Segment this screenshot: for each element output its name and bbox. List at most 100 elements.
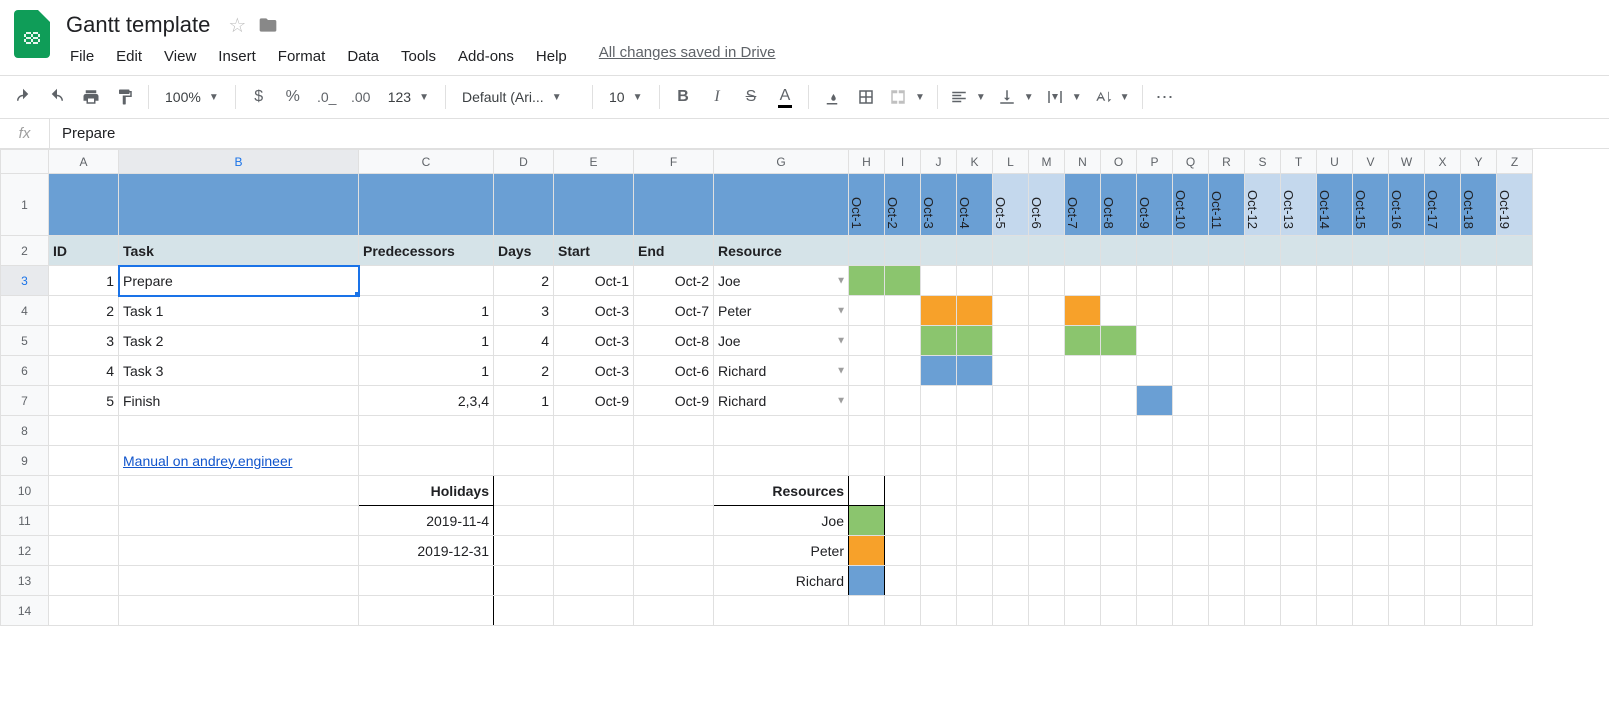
task-predecessors[interactable]: 2,3,4 [359, 386, 494, 416]
gantt-cell[interactable] [1353, 356, 1389, 386]
gantt-cell[interactable] [885, 296, 921, 326]
column-header[interactable]: R [1209, 150, 1245, 174]
gantt-cell[interactable] [1065, 296, 1101, 326]
dropdown-arrow-icon[interactable]: ▼ [836, 335, 846, 346]
italic-button[interactable]: I [702, 82, 732, 112]
horizontal-align-button[interactable]: ▼ [946, 84, 990, 110]
cell[interactable] [1461, 236, 1497, 266]
cell[interactable] [1245, 416, 1281, 446]
cell[interactable] [1209, 416, 1245, 446]
cell[interactable] [885, 446, 921, 476]
cell[interactable] [921, 236, 957, 266]
cell[interactable] [1425, 236, 1461, 266]
gantt-cell[interactable] [849, 356, 885, 386]
gantt-cell[interactable] [1245, 326, 1281, 356]
gantt-cell[interactable] [1425, 386, 1461, 416]
paint-format-button[interactable] [110, 82, 140, 112]
cell[interactable] [494, 416, 554, 446]
cell[interactable] [119, 174, 359, 236]
column-header[interactable]: K [957, 150, 993, 174]
menu-insert[interactable]: Insert [208, 44, 266, 69]
cell[interactable] [1389, 236, 1425, 266]
gantt-cell[interactable] [1173, 326, 1209, 356]
gantt-cell[interactable] [957, 386, 993, 416]
folder-icon[interactable] [258, 15, 278, 35]
task-predecessors[interactable]: 1 [359, 326, 494, 356]
cell[interactable] [957, 236, 993, 266]
header-resource[interactable]: Resource [714, 236, 849, 266]
row-header[interactable]: 6 [1, 356, 49, 386]
menu-file[interactable]: File [60, 44, 104, 69]
task-resource[interactable]: Joe▼ [714, 266, 849, 296]
task-start[interactable]: Oct-9 [554, 386, 634, 416]
cell[interactable] [849, 446, 885, 476]
holiday-date[interactable] [359, 566, 494, 596]
column-header[interactable]: P [1137, 150, 1173, 174]
gantt-cell[interactable] [1029, 326, 1065, 356]
gantt-cell[interactable] [1101, 266, 1137, 296]
column-header[interactable]: F [634, 150, 714, 174]
gantt-cell[interactable] [1317, 266, 1353, 296]
cell[interactable] [1173, 416, 1209, 446]
row-header[interactable]: 4 [1, 296, 49, 326]
cell[interactable] [1461, 446, 1497, 476]
date-header-cell[interactable]: Oct-9 [1137, 174, 1173, 236]
gantt-cell[interactable] [921, 266, 957, 296]
column-header[interactable]: O [1101, 150, 1137, 174]
cell[interactable] [1065, 236, 1101, 266]
gantt-cell[interactable] [1425, 296, 1461, 326]
header-task[interactable]: Task [119, 236, 359, 266]
task-end[interactable]: Oct-2 [634, 266, 714, 296]
gantt-cell[interactable] [1173, 266, 1209, 296]
menu-format[interactable]: Format [268, 44, 336, 69]
task-name[interactable]: Prepare [119, 266, 359, 296]
gantt-cell[interactable] [849, 326, 885, 356]
column-header[interactable]: N [1065, 150, 1101, 174]
row-header[interactable]: 2 [1, 236, 49, 266]
cell[interactable] [993, 446, 1029, 476]
row-header[interactable]: 1 [1, 174, 49, 236]
cell[interactable] [119, 416, 359, 446]
gantt-cell[interactable] [1029, 356, 1065, 386]
gantt-cell[interactable] [921, 386, 957, 416]
cell[interactable] [1245, 236, 1281, 266]
menu-view[interactable]: View [154, 44, 206, 69]
gantt-cell[interactable] [1281, 326, 1317, 356]
gantt-cell[interactable] [993, 356, 1029, 386]
gantt-cell[interactable] [993, 386, 1029, 416]
holiday-date[interactable]: 2019-12-31 [359, 536, 494, 566]
column-header[interactable]: Z [1497, 150, 1533, 174]
vertical-align-button[interactable]: ▼ [994, 84, 1038, 110]
gantt-cell[interactable] [993, 326, 1029, 356]
row-header[interactable]: 3 [1, 266, 49, 296]
cell[interactable] [1173, 236, 1209, 266]
zoom-dropdown[interactable]: 100%▼ [157, 85, 227, 109]
cell[interactable] [1425, 446, 1461, 476]
cell[interactable] [1209, 446, 1245, 476]
gantt-cell[interactable] [849, 386, 885, 416]
header-end[interactable]: End [634, 236, 714, 266]
task-end[interactable]: Oct-8 [634, 326, 714, 356]
cell[interactable] [1281, 416, 1317, 446]
header-id[interactable]: ID [49, 236, 119, 266]
decrease-decimal-button[interactable]: .0_ [312, 82, 342, 112]
gantt-cell[interactable] [1245, 356, 1281, 386]
cell[interactable] [885, 236, 921, 266]
gantt-cell[interactable] [885, 326, 921, 356]
gantt-cell[interactable] [1353, 266, 1389, 296]
date-header-cell[interactable]: Oct-6 [1029, 174, 1065, 236]
column-header[interactable]: Q [1173, 150, 1209, 174]
task-resource[interactable]: Joe▼ [714, 326, 849, 356]
sheets-logo[interactable] [12, 8, 52, 60]
date-header-cell[interactable]: Oct-5 [993, 174, 1029, 236]
gantt-cell[interactable] [1497, 386, 1533, 416]
cell[interactable] [1497, 446, 1533, 476]
task-end[interactable]: Oct-9 [634, 386, 714, 416]
cell[interactable] [359, 174, 494, 236]
task-id[interactable]: 2 [49, 296, 119, 326]
date-header-cell[interactable]: Oct-17 [1425, 174, 1461, 236]
task-days[interactable]: 3 [494, 296, 554, 326]
task-id[interactable]: 3 [49, 326, 119, 356]
cell[interactable] [714, 416, 849, 446]
gantt-cell[interactable] [1173, 356, 1209, 386]
